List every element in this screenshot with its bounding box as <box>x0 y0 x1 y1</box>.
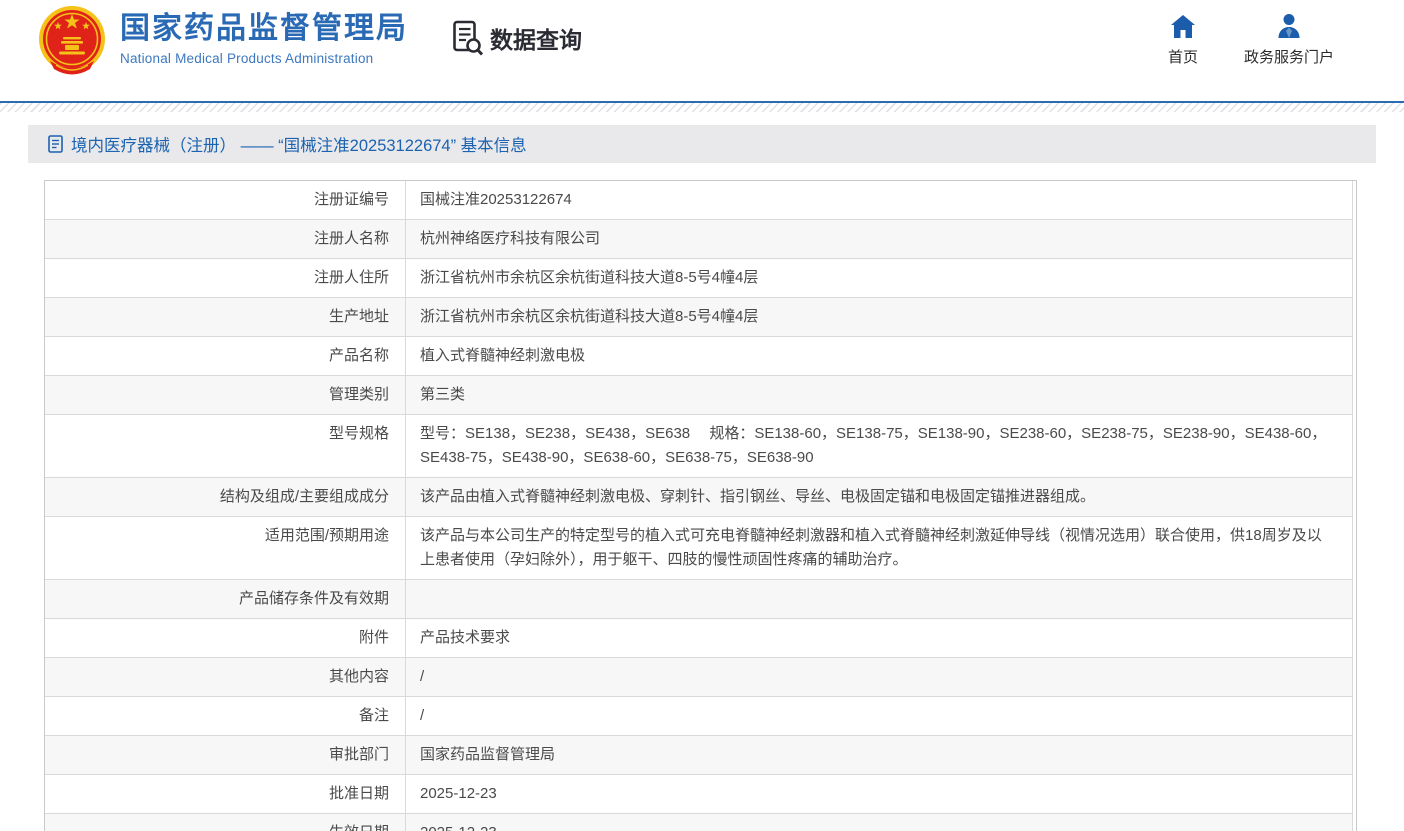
nav-gov-portal[interactable]: 政务服务门户 <box>1244 13 1334 67</box>
nav-gov-portal-label: 政务服务门户 <box>1244 46 1334 67</box>
document-icon <box>48 135 63 153</box>
table-row: 生产地址浙江省杭州市余杭区余杭街道科技大道8-5号4幢4层 <box>45 298 1353 337</box>
row-label: 产品名称 <box>45 337 405 375</box>
row-value: 2025-12-23 <box>405 775 1352 813</box>
page-title: 境内医疗器械（注册） —— “国械注准20253122674” 基本信息 <box>71 132 527 156</box>
row-value: 杭州神络医疗科技有限公司 <box>405 220 1352 258</box>
table-row: 型号规格型号：SE138，SE238，SE438，SE638 规格：SE138-… <box>45 415 1353 478</box>
nav-home-label: 首页 <box>1168 46 1198 67</box>
nmpa-logo[interactable]: 国家药品监督管理局 National Medical Products Admi… <box>36 5 408 79</box>
table-row: 产品名称植入式脊髓神经刺激电极 <box>45 337 1353 376</box>
row-label: 产品储存条件及有效期 <box>45 580 405 618</box>
table-row: 注册人名称杭州神络医疗科技有限公司 <box>45 220 1353 259</box>
row-value: 国械注准20253122674 <box>405 181 1352 219</box>
row-label: 生效日期 <box>45 814 405 831</box>
org-name: 国家药品监督管理局 <box>120 12 408 46</box>
header-stripe-band <box>0 103 1404 112</box>
row-value: 产品技术要求 <box>405 619 1352 657</box>
row-value: 植入式脊髓神经刺激电极 <box>405 337 1352 375</box>
nav-home[interactable]: 首页 <box>1168 13 1198 67</box>
site-header: 国家药品监督管理局 National Medical Products Admi… <box>0 0 1404 101</box>
document-search-icon <box>452 19 484 57</box>
table-row: 附件产品技术要求 <box>45 619 1353 658</box>
row-value: 型号：SE138，SE238，SE438，SE638 规格：SE138-60，S… <box>405 415 1352 477</box>
china-national-emblem-icon <box>36 5 108 79</box>
table-row: 适用范围/预期用途该产品与本公司生产的特定型号的植入式可充电脊髓神经刺激器和植入… <box>45 517 1353 580</box>
row-label: 结构及组成/主要组成成分 <box>45 478 405 516</box>
table-row: 生效日期2025-12-23 <box>45 814 1353 831</box>
row-label: 注册证编号 <box>45 181 405 219</box>
row-label: 型号规格 <box>45 415 405 477</box>
row-value: 浙江省杭州市余杭区余杭街道科技大道8-5号4幢4层 <box>405 259 1352 297</box>
row-value: 浙江省杭州市余杭区余杭街道科技大道8-5号4幢4层 <box>405 298 1352 336</box>
row-value: 该产品与本公司生产的特定型号的植入式可充电脊髓神经刺激器和植入式脊髓神经刺激延伸… <box>405 517 1352 579</box>
row-value: 2025-12-23 <box>405 814 1352 831</box>
row-label: 生产地址 <box>45 298 405 336</box>
org-name-en: National Medical Products Administration <box>120 51 408 66</box>
row-value: / <box>405 697 1352 735</box>
registration-table: 注册证编号国械注准20253122674注册人名称杭州神络医疗科技有限公司注册人… <box>44 180 1357 831</box>
table-row: 产品储存条件及有效期 <box>45 580 1353 619</box>
table-row: 批准日期2025-12-23 <box>45 775 1353 814</box>
row-label: 适用范围/预期用途 <box>45 517 405 579</box>
table-row: 其他内容/ <box>45 658 1353 697</box>
row-label: 批准日期 <box>45 775 405 813</box>
table-row: 注册证编号国械注准20253122674 <box>45 181 1353 220</box>
row-label: 其他内容 <box>45 658 405 696</box>
logo-text: 国家药品监督管理局 National Medical Products Admi… <box>120 5 408 66</box>
row-value <box>405 580 1352 618</box>
row-value: / <box>405 658 1352 696</box>
row-label: 注册人住所 <box>45 259 405 297</box>
row-label: 注册人名称 <box>45 220 405 258</box>
data-query-link[interactable]: 数据查询 <box>452 19 582 57</box>
page-title-bar: 境内医疗器械（注册） —— “国械注准20253122674” 基本信息 <box>28 125 1376 163</box>
home-icon <box>1169 13 1197 39</box>
table-row: 备注/ <box>45 697 1353 736</box>
row-label: 附件 <box>45 619 405 657</box>
user-icon <box>1276 13 1302 39</box>
row-value: 该产品由植入式脊髓神经刺激电极、穿刺针、指引钢丝、导丝、电极固定锚和电极固定锚推… <box>405 478 1352 516</box>
table-row: 结构及组成/主要组成成分该产品由植入式脊髓神经刺激电极、穿刺针、指引钢丝、导丝、… <box>45 478 1353 517</box>
table-row: 注册人住所浙江省杭州市余杭区余杭街道科技大道8-5号4幢4层 <box>45 259 1353 298</box>
row-label: 管理类别 <box>45 376 405 414</box>
row-label: 备注 <box>45 697 405 735</box>
row-value: 第三类 <box>405 376 1352 414</box>
data-query-label: 数据查询 <box>490 21 582 55</box>
top-nav: 首页 政务服务门户 <box>1168 13 1334 67</box>
row-value: 国家药品监督管理局 <box>405 736 1352 774</box>
row-label: 审批部门 <box>45 736 405 774</box>
table-row: 审批部门国家药品监督管理局 <box>45 736 1353 775</box>
table-row: 管理类别第三类 <box>45 376 1353 415</box>
